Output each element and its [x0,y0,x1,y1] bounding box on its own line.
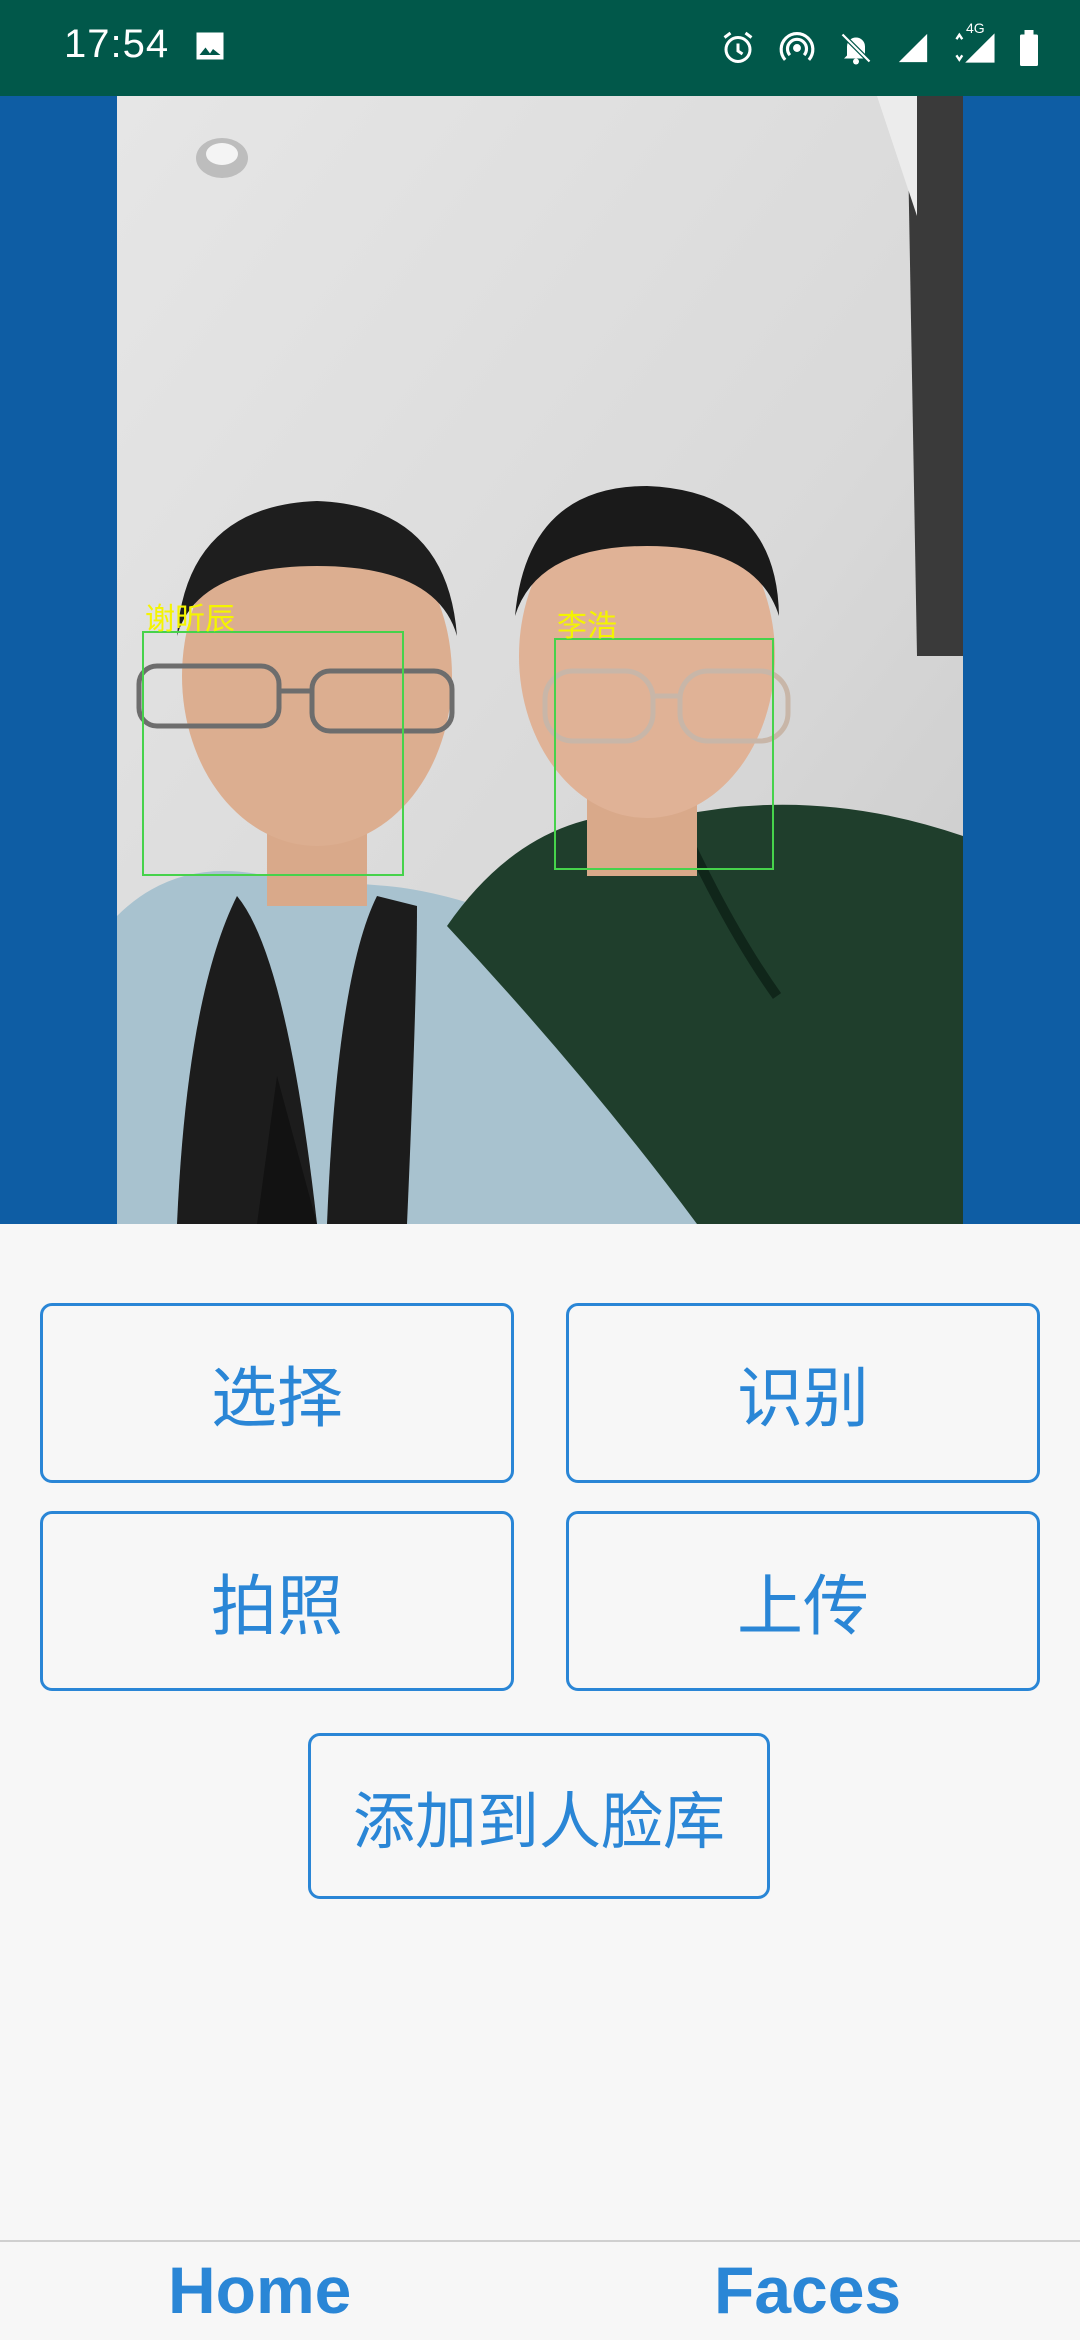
add-to-face-library-button[interactable]: 添加到人脸库 [308,1733,770,1899]
recognition-photo: 谢昕辰 李浩 [117,96,963,1224]
status-icons: 4G [720,20,1040,70]
upload-button[interactable]: 上传 [566,1511,1040,1691]
status-bar: 17:54 4G [0,0,1080,96]
status-time: 17:54 [64,22,170,66]
face-name-label: 李浩 [557,609,617,644]
hotspot-icon [778,29,816,67]
mute-notification-icon [838,30,874,66]
nav-faces-tab[interactable]: Faces [714,2252,901,2328]
photo-preview-area: 谢昕辰 李浩 [0,96,1080,1224]
image-notification-icon [192,28,228,64]
recognize-button[interactable]: 识别 [566,1303,1040,1483]
select-button[interactable]: 选择 [40,1303,514,1483]
face-detection-box [142,631,404,876]
signal-4g-icon: 4G [952,20,996,68]
bottom-navigation: Home Faces [0,2240,1080,2340]
network-type-label: 4G [966,20,985,36]
take-photo-button[interactable]: 拍照 [40,1511,514,1691]
nav-home-tab[interactable]: Home [168,2252,351,2328]
signal-icon [896,31,930,65]
face-name-label: 谢昕辰 [145,602,235,637]
alarm-icon [720,30,756,66]
battery-icon [1018,30,1040,66]
face-detection-box [554,638,774,870]
